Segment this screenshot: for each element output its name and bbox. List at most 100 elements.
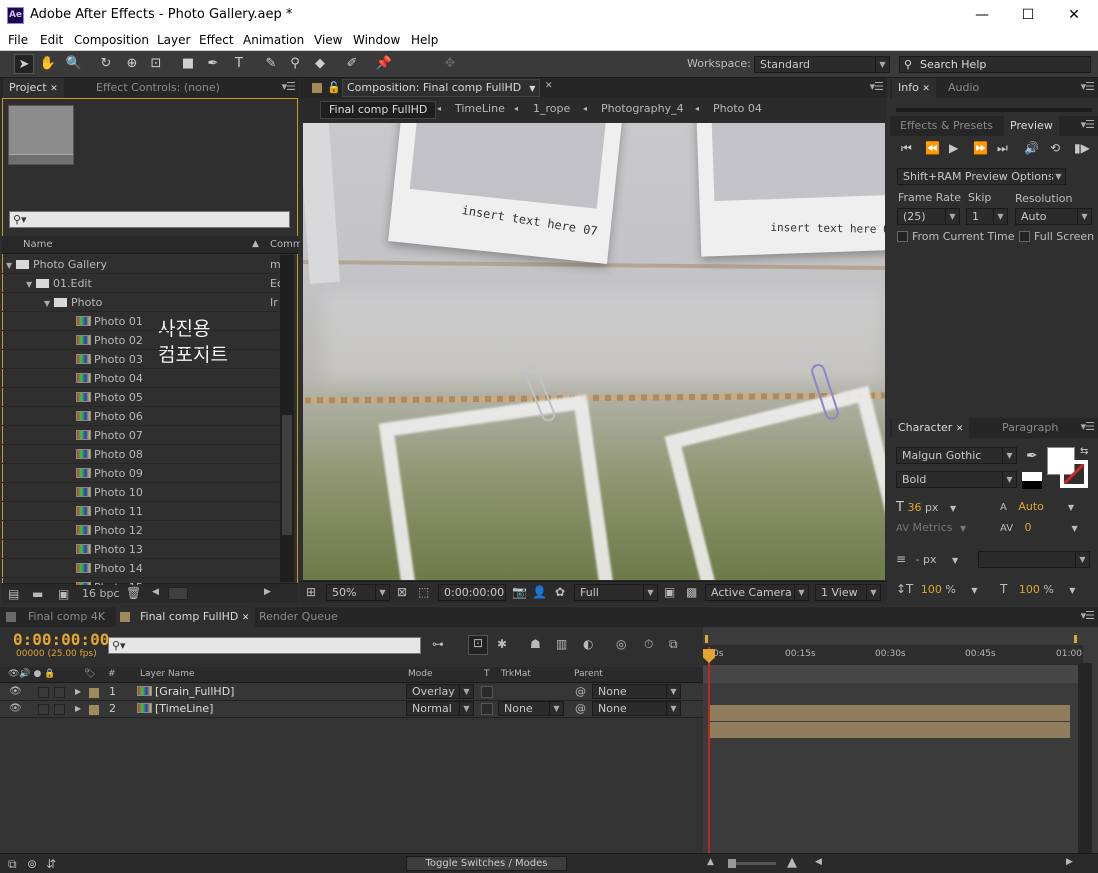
solo-toggle[interactable]	[38, 687, 49, 698]
work-area-bar[interactable]	[703, 665, 1083, 683]
black-swatch[interactable]	[1022, 481, 1042, 489]
draft-3d-icon[interactable]: ✱	[497, 637, 507, 651]
new-folder-icon[interactable]: ▬	[32, 587, 43, 601]
project-item[interactable]: Photo 03	[2, 350, 279, 369]
from-current-time-checkbox[interactable]: From Current Time	[897, 230, 1014, 243]
mask-visibility-icon[interactable]: ⬚	[418, 585, 429, 599]
time-navigator[interactable]	[705, 635, 1077, 643]
menu-file[interactable]: File	[8, 33, 28, 47]
trash-icon[interactable]: 🗑	[126, 586, 141, 600]
current-time-display[interactable]: 0:00:00:00	[438, 584, 506, 601]
layer-row-1[interactable]: 👁 ▶ 1 [Grain_FullHD] Overlay ▼ @ None ▼	[0, 684, 703, 701]
project-item[interactable]: Photo 10	[2, 483, 279, 502]
panel-menu-icon[interactable]: ▾☰	[1081, 80, 1095, 93]
show-snapshot-icon[interactable]: 👤	[532, 585, 547, 599]
timeline-scrollbar[interactable]	[1078, 663, 1092, 873]
breadcrumb-timeline[interactable]: TimeLine	[455, 102, 505, 115]
layer-row-2[interactable]: 👁 ▶ 2 [TimeLine] Normal ▼ None ▼ @ None ▼	[0, 701, 703, 718]
menu-effect[interactable]: Effect	[199, 33, 234, 47]
region-of-interest-icon[interactable]: ▣	[664, 585, 675, 599]
menu-animation[interactable]: Animation	[243, 33, 304, 47]
visibility-eye-icon[interactable]: 👁	[9, 686, 22, 697]
preserve-transparency-toggle[interactable]	[481, 686, 493, 698]
motion-blur-icon[interactable]: ◐	[583, 637, 593, 651]
label-color-swatch[interactable]	[89, 705, 99, 715]
skip-select[interactable]: 1 ▼	[966, 208, 1008, 225]
always-preview-icon[interactable]: ⊞	[306, 585, 316, 599]
swap-colors-icon[interactable]: ⇆	[1080, 446, 1088, 457]
stroke-style-select[interactable]: ▼	[978, 551, 1090, 568]
live-update-icon[interactable]: ⊡	[468, 635, 488, 655]
scroll-right-icon[interactable]: ▶	[1066, 857, 1073, 867]
ram-preview-icon[interactable]: ▮▶	[1074, 141, 1090, 155]
tree-item-photo[interactable]: ▼ Photo Ir	[2, 293, 279, 312]
panel-menu-icon[interactable]: ▾☰	[870, 80, 884, 93]
tab-final-comp-4k[interactable]: Final comp 4K	[6, 607, 111, 627]
rotation-tool-icon[interactable]: ↻	[96, 54, 116, 74]
panel-menu-icon[interactable]: ▾☰	[1081, 420, 1095, 433]
minimize-button[interactable]: —	[959, 0, 1005, 30]
selection-tool-icon[interactable]: ➤	[14, 54, 34, 74]
brainstorm-icon[interactable]: ◎	[616, 637, 626, 651]
column-comment[interactable]: Comm	[270, 239, 303, 250]
full-screen-checkbox[interactable]: Full Screen	[1019, 230, 1094, 243]
project-item[interactable]: Photo 13	[2, 540, 279, 559]
clone-stamp-tool-icon[interactable]: ⚲	[285, 54, 305, 74]
track-matte-select[interactable]: None ▼	[498, 701, 564, 716]
audio-icon[interactable]: 🔊	[1024, 141, 1039, 155]
lock-toggle[interactable]	[54, 704, 65, 715]
transfer-controls-icon[interactable]: ⊚	[27, 857, 37, 871]
layer-bar-2[interactable]	[708, 722, 1070, 738]
project-search-input[interactable]: ⚲▾	[9, 211, 290, 228]
expand-arrow-icon[interactable]: ▶	[75, 687, 81, 696]
column-layer-name[interactable]: Layer Name	[140, 669, 195, 679]
graph-editor-icon[interactable]: ⧉	[669, 637, 678, 652]
brush-tool-icon[interactable]: ✎	[261, 54, 281, 74]
layer-name[interactable]: [TimeLine]	[137, 702, 213, 715]
parent-select[interactable]: None ▼	[592, 684, 681, 699]
timeline-timecode[interactable]: 0:00:00:00	[13, 630, 109, 649]
next-frame-icon[interactable]: ⏩	[973, 141, 988, 155]
comp-mini-flowchart-icon[interactable]: ⊶	[432, 637, 444, 651]
tab-project[interactable]: Project ✕	[3, 78, 64, 98]
tab-audio[interactable]: Audio	[942, 78, 985, 98]
hand-tool-icon[interactable]: ✋	[38, 54, 58, 74]
visibility-eye-icon[interactable]: 👁	[9, 703, 22, 714]
first-frame-icon[interactable]: ⏮	[901, 141, 912, 156]
project-item[interactable]: Photo 04	[2, 369, 279, 388]
blend-mode-select[interactable]: Normal ▼	[406, 701, 474, 716]
project-item[interactable]: Photo 07	[2, 426, 279, 445]
menu-composition[interactable]: Composition	[74, 33, 149, 47]
horizontal-scroll-thumb[interactable]	[168, 587, 188, 600]
menu-window[interactable]: Window	[353, 33, 400, 47]
info-scrollbar[interactable]	[896, 108, 1092, 112]
parent-select[interactable]: None ▼	[592, 701, 681, 716]
project-item[interactable]: Photo 09	[2, 464, 279, 483]
loop-icon[interactable]: ⟲	[1050, 141, 1060, 155]
layer-name[interactable]: [Grain_FullHD]	[137, 685, 234, 698]
composition-viewer[interactable]: insert text here 07 insert text here 08	[303, 123, 885, 580]
tab-composition[interactable]: Composition: Final comp FullHD ▼	[342, 79, 541, 97]
leading-field[interactable]: A Auto ▼	[1000, 500, 1074, 513]
project-scrollbar[interactable]	[280, 255, 294, 582]
zoom-slider[interactable]	[728, 859, 776, 868]
search-help-input[interactable]: ⚲ Search Help	[899, 56, 1091, 73]
font-size-field[interactable]: T 36 px ▼	[896, 500, 956, 515]
tab-paragraph[interactable]: Paragraph	[996, 418, 1064, 438]
timeline-graph-area[interactable]: 0s 00:15s 00:30s 00:45s 01:00	[703, 627, 1098, 873]
close-button[interactable]: ✕	[1051, 0, 1097, 30]
hide-shy-layers-icon[interactable]: ☗	[530, 637, 541, 651]
maximize-button[interactable]: ☐	[1005, 0, 1051, 30]
eraser-tool-icon[interactable]: ◆	[310, 54, 330, 74]
menu-view[interactable]: View	[314, 33, 342, 47]
zoom-out-icon[interactable]: ▲	[707, 857, 714, 867]
layer-bar-1[interactable]	[708, 705, 1070, 721]
timeline-search-input[interactable]: ⚲▾	[108, 637, 421, 654]
scroll-right-icon[interactable]: ▶	[264, 587, 271, 597]
tab-render-queue[interactable]: Render Queue	[253, 607, 344, 627]
snapshot-camera-icon[interactable]: 📷	[512, 585, 527, 599]
scroll-left-icon[interactable]: ◀	[152, 587, 159, 597]
tracking-field[interactable]: AV 0 ▼	[1000, 521, 1078, 534]
project-item[interactable]: Photo 12	[2, 521, 279, 540]
stroke-color-swatch[interactable]	[1060, 460, 1088, 488]
